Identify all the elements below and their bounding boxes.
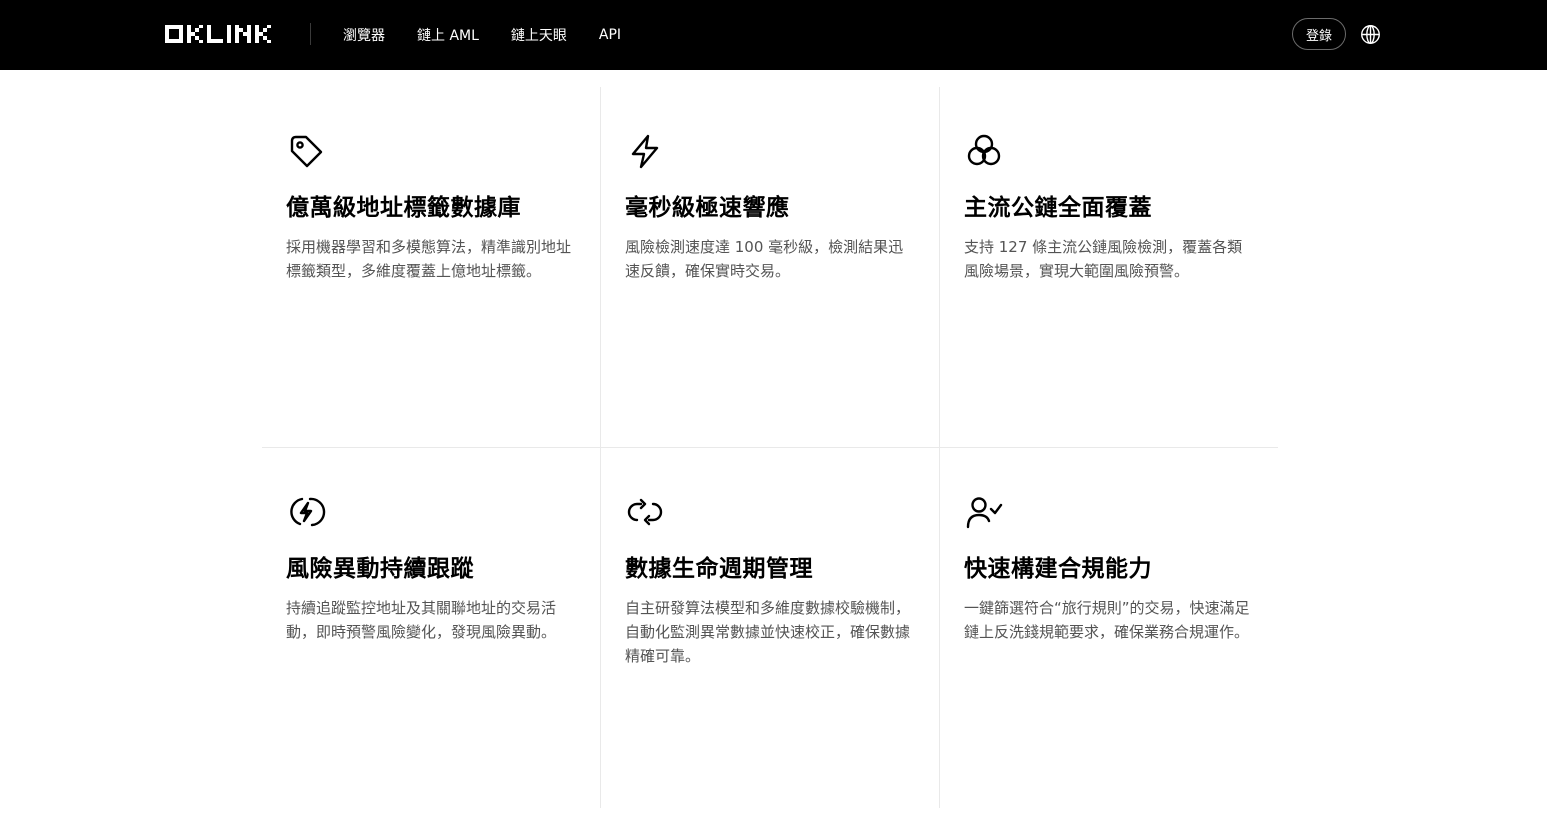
- feature-description: 支持 127 條主流公鏈風險檢測，覆蓋各類風險場景，實現大範圍風險預警。: [964, 238, 1243, 280]
- feature-description: 持續追蹤監控地址及其關聯地址的交易活動，即時預警風險變化，發現風險異動。: [286, 599, 557, 641]
- feature-title: 主流公鏈全面覆蓋: [964, 195, 1152, 221]
- feature-description: 風險檢測速度達 100 毫秒級，檢測結果迅速反饋，確保實時交易。: [625, 238, 904, 280]
- feature-title: 毫秒級極速響應: [625, 195, 790, 221]
- refresh-icon: [627, 498, 663, 526]
- login-button[interactable]: 登錄: [1292, 18, 1346, 50]
- feature-description: 一鍵篩選符合“旅行規則”的交易，快速滿足鏈上反洗錢規範要求，確保業務合規運作。: [964, 599, 1250, 641]
- nav-item-onchain-eye[interactable]: 鏈上天眼: [511, 25, 567, 45]
- lightning-icon: [631, 134, 659, 169]
- feature-description: 採用機器學習和多模態算法，精準識別地址標籤類型，多維度覆蓋上億地址標籤。: [286, 238, 572, 280]
- nav-divider: [310, 23, 311, 45]
- circles-icon: [967, 134, 1001, 166]
- feature-card: 風險異動持續跟蹤 持續追蹤監控地址及其關聯地址的交易活動，即時預警風險變化，發現…: [262, 448, 601, 808]
- lightning-circle-icon: [290, 497, 326, 527]
- feature-grid: 億萬級地址標籤數據庫 採用機器學習和多模態算法，精準識別地址標籤類型，多維度覆蓋…: [262, 87, 1278, 808]
- feature-title: 數據生命週期管理: [625, 556, 813, 582]
- top-navbar: 瀏覽器 鏈上 AML 鏈上天眼 API 登錄: [0, 0, 1547, 70]
- tag-icon: [290, 135, 323, 168]
- globe-icon[interactable]: [1360, 24, 1381, 45]
- feature-card: 快速構建合規能力 一鍵篩選符合“旅行規則”的交易，快速滿足鏈上反洗錢規範要求，確…: [940, 448, 1279, 808]
- feature-card: 數據生命週期管理 自主研發算法模型和多維度數據校驗機制，自動化監測異常數據並快速…: [601, 448, 940, 808]
- feature-card: 主流公鏈全面覆蓋 支持 127 條主流公鏈風險檢測，覆蓋各類風險場景，實現大範圍…: [940, 87, 1279, 447]
- nav-item-api[interactable]: API: [599, 27, 621, 43]
- feature-card: 億萬級地址標籤數據庫 採用機器學習和多模態算法，精準識別地址標籤類型，多維度覆蓋…: [262, 87, 601, 447]
- user-check-icon: [966, 497, 1003, 529]
- feature-description: 自主研發算法模型和多維度數據校驗機制，自動化監測異常數據並快速校正，確保數據精確…: [625, 599, 911, 665]
- feature-title: 億萬級地址標籤數據庫: [286, 195, 521, 221]
- feature-card: 毫秒級極速響應 風險檢測速度達 100 毫秒級，檢測結果迅速反饋，確保實時交易。: [601, 87, 940, 447]
- oklink-logo[interactable]: [165, 25, 271, 43]
- nav-item-onchain-aml[interactable]: 鏈上 AML: [417, 25, 479, 45]
- feature-title: 快速構建合規能力: [964, 556, 1152, 582]
- main-nav: 瀏覽器 鏈上 AML 鏈上天眼 API: [343, 0, 653, 70]
- feature-title: 風險異動持續跟蹤: [286, 556, 474, 582]
- nav-item-explorer[interactable]: 瀏覽器: [343, 25, 385, 45]
